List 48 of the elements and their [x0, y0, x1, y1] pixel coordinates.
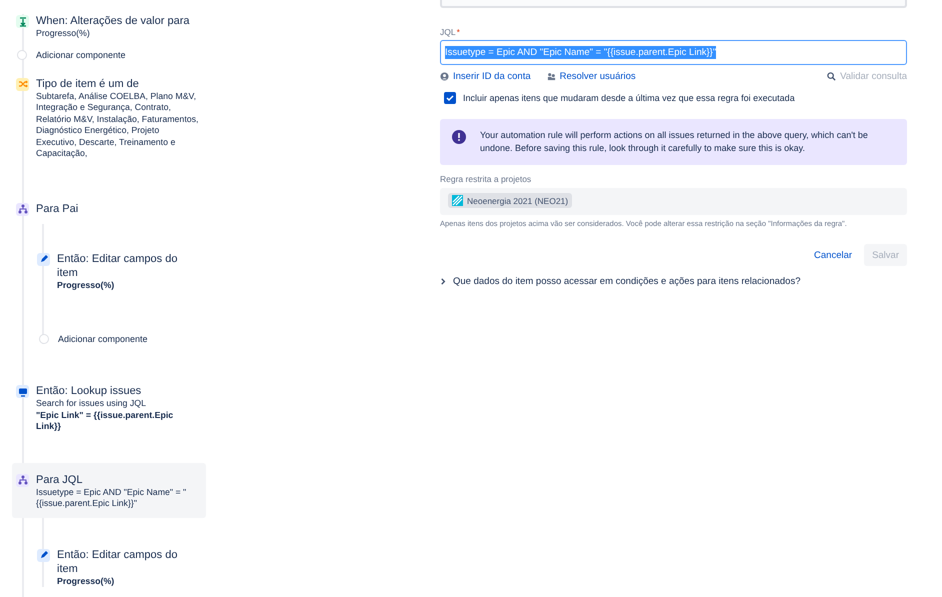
- rule-step[interactable]: When: Alterações de valor para Progresso(%): [0, 14, 206, 40]
- step-detail: Progresso(%): [57, 280, 116, 291]
- pencil-icon: [37, 548, 50, 562]
- rule-step[interactable]: Então: Editar campos do item Progresso(%): [37, 252, 206, 291]
- step-title: Para JQL: [36, 472, 84, 486]
- step-description: Search for issues using JQL: [36, 398, 148, 410]
- step-title: Então: Lookup issues: [36, 384, 142, 398]
- step-description: Subtarefa, Análise COELBA, Plano M&V, Integração e Segurança, Contrato, Relatório M&V, Instalação, Faturamentos, Diagnóstico Energético, Projeto Executivo, Descarte, Treinamento e Capacitação,: [36, 90, 200, 160]
- field-label: JQL: [440, 27, 456, 37]
- checkbox[interactable]: [444, 92, 456, 104]
- warning-icon: [452, 130, 466, 144]
- check-icon: [446, 94, 454, 102]
- step-detail: "Epic Link" = {{issue.parent.Epic Link}}: [36, 410, 174, 432]
- step-description: Issuetype = Epic AND "Epic Name" = "{{issue.parent.Epic Link}}": [36, 486, 188, 510]
- step-description: Progresso(%): [36, 28, 91, 40]
- step-title: Tipo de item é um de: [36, 76, 140, 90]
- project-icon: [452, 195, 463, 206]
- hierarchy-icon: [16, 202, 29, 216]
- step-title: Para Pai: [36, 202, 78, 216]
- rule-step[interactable]: Então: Editar campos do item Progresso(%): [37, 548, 206, 587]
- add-component-link[interactable]: Adicionar componente: [58, 334, 148, 344]
- rule-step[interactable]: Para Pai: [0, 202, 206, 216]
- warning-text: Your automation rule will perform actions on all issues returned in the above query, which can't be undone. Before saving this rule, look through it carefully to make sure this is okay.: [480, 129, 869, 155]
- pencil-icon: [37, 252, 50, 266]
- rule-step[interactable]: Então: Lookup issues Search for issues using JQL "Epic Link" = {{issue.parent.Epic Link}}: [0, 384, 206, 432]
- users-icon: [546, 72, 556, 81]
- field-label: Regra restrita a projetos: [440, 174, 532, 184]
- step-detail: Progresso(%): [57, 576, 116, 587]
- resolve-users-link[interactable]: Resolver usuários: [546, 71, 636, 82]
- checkbox-label: Incluir apenas itens que mudaram desde a última vez que essa regra foi executada: [463, 93, 795, 103]
- chevron-icon: [440, 278, 447, 285]
- selected-step[interactable]: Para JQL Issuetype = Epic AND "Epic Name" = "{{issue.parent.Epic Link}}": [12, 462, 206, 518]
- expander-toggle[interactable]: Que dados do item posso acessar em condições e ações para itens relacionados?: [440, 276, 907, 287]
- trigger-icon: [16, 15, 29, 28]
- insert-account-link[interactable]: Inserir ID da conta: [440, 71, 531, 82]
- project-chip[interactable]: Neoenergia 2021 (NEO21): [448, 193, 572, 208]
- hierarchy-icon: [16, 474, 29, 486]
- user-icon: [440, 72, 449, 81]
- required-mark: *: [456, 27, 460, 37]
- shuffle-icon: [16, 78, 29, 90]
- search-icon: [827, 72, 836, 81]
- monitor-icon: [16, 385, 29, 398]
- step-title: Então: Editar campos do item: [57, 252, 178, 280]
- step-title: Então: Editar campos do item: [57, 548, 178, 576]
- projects-field[interactable]: Neoenergia 2021 (NEO21): [440, 188, 907, 215]
- cancel-button[interactable]: Cancelar: [806, 244, 860, 266]
- step-title: When: Alterações de valor para: [36, 14, 190, 28]
- add-component-link[interactable]: Adicionar componente: [36, 50, 126, 60]
